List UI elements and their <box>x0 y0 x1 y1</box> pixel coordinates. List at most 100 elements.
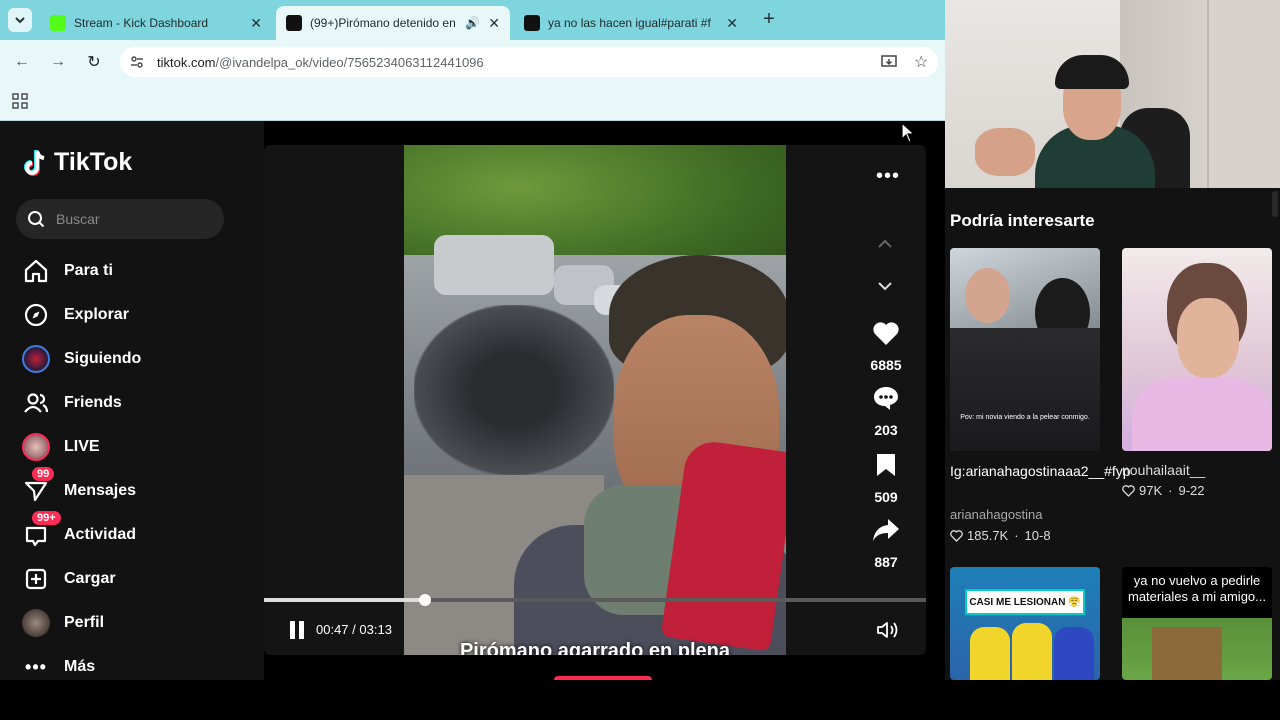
sidebar-item-label: Perfil <box>64 614 105 631</box>
recommended-video-4[interactable]: ya no vuelvo a pedirle materiales a mi a… <box>1122 567 1272 680</box>
previous-video-button[interactable] <box>876 237 894 255</box>
comment-icon <box>874 387 898 410</box>
heart-icon <box>873 322 899 345</box>
sidebar-item-explorar[interactable]: Explorar <box>20 297 129 333</box>
comment-count: 203 <box>874 422 898 438</box>
speaker-icon[interactable]: 🔊 <box>465 16 480 30</box>
bookmark-icon <box>877 454 895 476</box>
post-date: 10-8 <box>1024 528 1051 543</box>
recommended-video-author[interactable]: nouhailaait__ <box>1122 462 1205 478</box>
sidebar-item-para-ti[interactable]: Para ti <box>20 253 113 289</box>
install-app-icon[interactable] <box>880 53 898 76</box>
recommended-video-title[interactable]: Ig:arianahagostinaaa2__#fyp <box>950 460 1131 482</box>
sidebar-item-label: Actividad <box>64 526 137 543</box>
tab-strip: Stream - Kick Dashboard ✕ (99+)Pirómano … <box>0 0 945 40</box>
progress-knob[interactable] <box>418 594 431 606</box>
page-bottom <box>0 680 1280 720</box>
recommendations-panel: Podría interesarte Pov: mi novia viendo … <box>945 188 1280 720</box>
home-icon <box>20 255 52 287</box>
compass-icon <box>20 299 52 331</box>
sidebar-item-mensajes[interactable]: 99 Mensajes <box>20 467 136 509</box>
next-video-button[interactable] <box>876 279 894 297</box>
tiktok-favicon-icon <box>524 15 540 31</box>
tab-tiktok-active[interactable]: (99+)Pirómano detenido en 🔊 ✕ <box>276 6 510 40</box>
bookmark-star-icon[interactable]: ☆ <box>914 52 928 72</box>
tab-search-button[interactable] <box>8 8 32 32</box>
url-domain: tiktok.com <box>157 55 216 70</box>
thumbnail-overlay-text: ya no vuelvo a pedirle materiales a mi a… <box>1128 573 1266 604</box>
share-button[interactable]: 887 <box>862 517 910 570</box>
webcam-overlay <box>945 0 1280 188</box>
search-input[interactable]: Buscar <box>16 199 224 239</box>
share-icon <box>873 519 899 541</box>
likes-count: 97K <box>1139 483 1163 498</box>
close-tab-icon[interactable]: ✕ <box>726 15 738 32</box>
logo-text: TikTok <box>54 148 133 176</box>
pause-button[interactable] <box>288 620 306 645</box>
browser-toolbar: ← → ↻ tiktok.com/@ivandelpa_ok/video/756… <box>0 40 945 84</box>
heart-outline-icon <box>1122 484 1135 497</box>
video-caption: Pirómano agarrado en plena <box>459 640 731 655</box>
post-date: 9-22 <box>1178 483 1205 498</box>
recommended-video-stats: 185.7K · 10-8 <box>950 528 1051 543</box>
apps-grid-icon[interactable] <box>12 93 28 114</box>
sidebar-item-label: Más <box>64 658 96 675</box>
back-button[interactable]: ← <box>10 50 34 74</box>
tiktok-note-icon <box>24 149 45 176</box>
volume-button[interactable] <box>876 620 900 645</box>
save-button[interactable]: 509 <box>862 452 910 505</box>
comment-button[interactable]: 203 <box>862 385 910 438</box>
tab-kick-dashboard[interactable]: Stream - Kick Dashboard ✕ <box>40 6 272 40</box>
thumbnail-overlay-text: Pov: mi novia viendo a la pelear conmigo… <box>960 414 1090 421</box>
tiktok-logo[interactable]: TikTok <box>24 148 132 177</box>
video-frame[interactable]: Pirómano agarrado en plena <box>404 145 786 655</box>
share-count: 887 <box>874 554 898 570</box>
sidebar-item-cargar[interactable]: Cargar <box>20 561 116 597</box>
recommendations-title: Podría interesarte <box>950 211 1095 230</box>
tab-title: Stream - Kick Dashboard <box>74 16 209 30</box>
thumbnail-overlay-text: CASI ME LESIONAN 😤 <box>965 589 1085 615</box>
sidebar-item-perfil[interactable]: Perfil <box>20 605 104 641</box>
sidebar-item-label: LIVE <box>64 438 100 455</box>
site-info-icon[interactable] <box>128 53 146 71</box>
sidebar-item-actividad[interactable]: 99+ Actividad <box>20 511 137 553</box>
kick-favicon-icon <box>50 15 66 31</box>
duration: 03:13 <box>359 622 392 637</box>
sidebar-item-live[interactable]: LIVE <box>20 429 100 465</box>
recommended-video-1[interactable]: Pov: mi novia viendo a la pelear conmigo… <box>950 248 1100 451</box>
browser-chrome: Stream - Kick Dashboard ✕ (99+)Pirómano … <box>0 0 945 121</box>
new-tab-button[interactable]: + <box>758 8 780 30</box>
like-button[interactable]: 6885 <box>862 320 910 373</box>
tab-tiktok-2[interactable]: ya no las hacen igual#parati #f ✕ <box>514 6 748 40</box>
chevron-down-icon <box>878 282 892 291</box>
scrollbar-thumb[interactable] <box>1272 191 1278 217</box>
close-tab-icon[interactable]: ✕ <box>250 15 262 32</box>
activity-badge: 99+ <box>32 511 61 525</box>
more-options-icon[interactable]: ••• <box>876 165 900 188</box>
recommended-video-2[interactable] <box>1122 248 1272 451</box>
search-icon <box>28 211 45 228</box>
sidebar-item-friends[interactable]: Friends <box>20 385 122 421</box>
reload-button[interactable]: ↻ <box>82 50 106 74</box>
time-display: 00:47 / 03:13 <box>316 622 392 637</box>
bookmarks-bar <box>0 84 945 121</box>
current-time: 00:47 <box>316 622 349 637</box>
following-avatar-icon <box>20 343 52 375</box>
more-icon: ••• <box>25 656 47 677</box>
heart-outline-icon <box>950 529 963 542</box>
sidebar-item-label: Para ti <box>64 262 113 279</box>
close-tab-icon[interactable]: ✕ <box>488 15 500 32</box>
address-bar[interactable]: tiktok.com/@ivandelpa_ok/video/756523406… <box>120 47 938 77</box>
sidebar-item-label: Explorar <box>64 306 129 323</box>
recommended-video-3[interactable]: CASI ME LESIONAN 😤 <box>950 567 1100 680</box>
video-player[interactable]: Pirómano agarrado en plena ••• 6885 203 … <box>264 145 926 655</box>
activity-icon: 99+ <box>20 511 61 551</box>
sidebar-item-siguiendo[interactable]: Siguiendo <box>20 341 141 377</box>
progress-bar[interactable] <box>264 594 926 606</box>
recommended-video-author[interactable]: arianahagostina <box>950 507 1043 522</box>
recommended-video-stats: 97K · 9-22 <box>1122 483 1205 498</box>
forward-button[interactable]: → <box>46 50 70 74</box>
save-count: 509 <box>874 489 898 505</box>
sidebar-item-label: Siguiendo <box>64 350 142 367</box>
mouse-cursor-icon <box>901 122 916 143</box>
